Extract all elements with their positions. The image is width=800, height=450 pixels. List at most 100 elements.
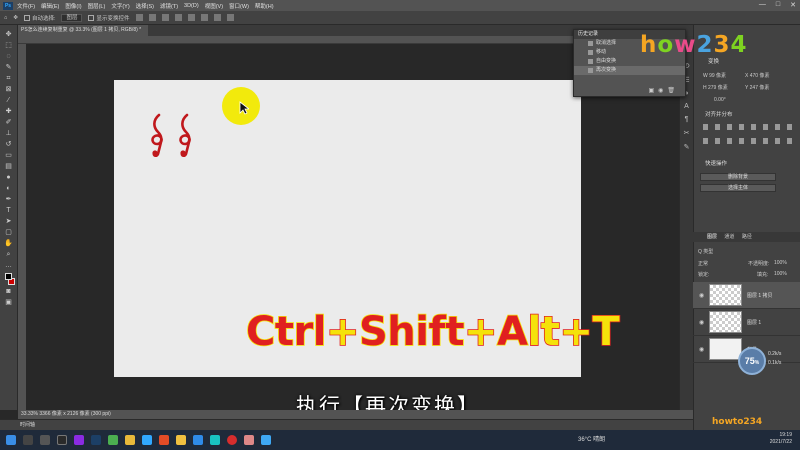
history-brush-tool-icon[interactable]: ↺ [4, 141, 13, 149]
align-buttons[interactable] [703, 124, 793, 130]
distribute-buttons[interactable] [703, 138, 793, 144]
maximize-icon[interactable]: □ [776, 1, 780, 9]
menu-image[interactable]: 图像(I) [65, 2, 81, 10]
app-red-icon[interactable] [159, 435, 169, 445]
menu-file[interactable]: 文件(F) [17, 2, 35, 10]
task-view-icon[interactable] [40, 435, 50, 445]
zoom-tool-icon[interactable]: ⌕ [4, 251, 13, 259]
stamp-tool-icon[interactable]: ⊥ [4, 130, 13, 138]
align-right-icon[interactable] [161, 14, 169, 21]
align-top-icon[interactable] [174, 14, 182, 21]
minimize-icon[interactable]: — [759, 1, 766, 9]
show-transform-checkbox[interactable] [88, 15, 95, 22]
app-icon[interactable] [57, 435, 67, 445]
treble-clef-icon[interactable] [148, 113, 168, 157]
angle-field[interactable]: 0.00° [714, 97, 726, 103]
menu-3d[interactable]: 3D(D) [184, 3, 199, 9]
paragraph-panel-icon[interactable]: ¶ [685, 116, 689, 123]
clock[interactable]: 19:19 2021/7/22 [770, 432, 792, 446]
home-icon[interactable]: ⌂ [4, 15, 7, 21]
x-field[interactable]: X 470 像素 [745, 72, 769, 79]
menu-layer[interactable]: 图层(L) [88, 2, 106, 10]
timeline-tab[interactable]: 时间轴 [0, 419, 800, 430]
chrome-icon[interactable] [125, 435, 135, 445]
auto-select-dropdown[interactable]: 图层 [61, 13, 83, 22]
user-avatar-icon[interactable] [244, 435, 254, 445]
shape-tool-icon[interactable]: ▢ [4, 229, 13, 237]
healing-tool-icon[interactable]: ✚ [4, 108, 13, 116]
character-panel-icon[interactable]: A [684, 103, 689, 110]
audition-icon[interactable] [91, 435, 101, 445]
brush-panel-icon[interactable]: ✎ [684, 143, 690, 151]
marquee-tool-icon[interactable]: ⬚ [4, 42, 13, 50]
layer-row[interactable]: ◉ 图层 1 [693, 309, 800, 336]
record-icon[interactable] [227, 435, 237, 445]
eyedropper-tool-icon[interactable]: ⁄ [4, 97, 13, 105]
document-tab[interactable]: PS怎么连续复制重复 @ 33.3% (图层 1 拷贝, RGB/8) * [18, 25, 148, 36]
visibility-eye-icon[interactable]: ◉ [699, 346, 704, 353]
tab-paths[interactable]: 路径 [742, 234, 752, 240]
eraser-tool-icon[interactable]: ▭ [4, 152, 13, 160]
layer-kind-filter[interactable]: Q 类型 [698, 248, 713, 255]
menu-type[interactable]: 文字(Y) [111, 2, 129, 10]
blur-tool-icon[interactable]: ● [4, 174, 13, 182]
menu-select[interactable]: 选择(S) [136, 2, 154, 10]
gradient-tool-icon[interactable]: ▤ [4, 163, 13, 171]
photoshop-icon[interactable] [142, 435, 152, 445]
quick-select-tool-icon[interactable]: ✎ [4, 64, 13, 72]
crop-tool-icon[interactable]: ⌗ [4, 75, 13, 83]
auto-select-checkbox[interactable] [23, 15, 30, 22]
close-icon[interactable]: ✕ [790, 1, 796, 9]
align-center-icon[interactable] [148, 14, 156, 21]
3d-mode-icon[interactable] [226, 14, 234, 21]
app-cloud-icon[interactable] [261, 435, 271, 445]
pen-tool-icon[interactable]: ✒ [4, 196, 13, 204]
menu-edit[interactable]: 编辑(E) [41, 2, 59, 10]
weather-widget[interactable]: 36°C 晴朗 [578, 434, 605, 443]
height-field[interactable]: H 279 像素 [703, 84, 728, 91]
y-field[interactable]: Y 247 像素 [745, 84, 769, 91]
dodge-tool-icon[interactable]: ◐ [4, 185, 13, 193]
menu-view[interactable]: 视图(V) [205, 2, 223, 10]
brush-tool-icon[interactable]: ✐ [4, 119, 13, 127]
lasso-tool-icon[interactable]: ◌ [4, 53, 13, 61]
move-tool-icon[interactable]: ✥ [13, 15, 18, 21]
select-subject-button[interactable]: 选择主体 [700, 184, 776, 192]
app-teal-icon[interactable] [210, 435, 220, 445]
search-icon[interactable] [23, 435, 33, 445]
visibility-eye-icon[interactable]: ◉ [699, 319, 704, 326]
start-icon[interactable] [6, 435, 16, 445]
layer-row[interactable]: ◉ 图层 1 拷贝 [693, 282, 800, 309]
hand-tool-icon[interactable]: ✋ [4, 240, 13, 248]
premiere-icon[interactable] [74, 435, 84, 445]
menu-window[interactable]: 窗口(W) [229, 2, 249, 10]
more-tools-icon[interactable]: … [4, 262, 13, 270]
remove-background-button[interactable]: 删除背景 [700, 173, 776, 181]
foreground-color-swatch[interactable] [5, 273, 12, 280]
visibility-eye-icon[interactable]: ◉ [699, 292, 704, 299]
align-bottom-icon[interactable] [200, 14, 208, 21]
history-item[interactable]: 自由变换 [574, 57, 685, 66]
tab-layers[interactable]: 图层 [707, 234, 717, 240]
path-select-tool-icon[interactable]: ➤ [4, 218, 13, 226]
quick-mask-icon[interactable]: ◙ [4, 288, 13, 296]
menu-help[interactable]: 帮助(H) [255, 2, 274, 10]
distribute-icon[interactable] [213, 14, 221, 21]
history-item[interactable]: 再次变换 [574, 66, 685, 75]
tab-channels[interactable]: 通道 [724, 234, 734, 240]
frame-tool-icon[interactable]: ⊠ [4, 86, 13, 94]
blend-mode-select[interactable]: 正常 [698, 260, 708, 267]
align-middle-icon[interactable] [187, 14, 195, 21]
width-field[interactable]: W 99 像素 [703, 72, 726, 79]
move-tool-icon[interactable]: ✥ [4, 31, 13, 39]
history-footer-icons[interactable]: ▣◉🗑 [648, 87, 679, 94]
wechat-icon[interactable] [108, 435, 118, 445]
treble-clef-copy-icon[interactable] [176, 113, 196, 157]
fill-value[interactable]: 100% [774, 271, 787, 277]
app-blue-icon[interactable] [193, 435, 203, 445]
align-left-icon[interactable] [135, 14, 143, 21]
menu-filter[interactable]: 滤镜(T) [160, 2, 178, 10]
screen-mode-icon[interactable]: ▣ [4, 299, 13, 307]
type-tool-icon[interactable]: T [4, 207, 13, 215]
opacity-value[interactable]: 100% [774, 260, 787, 266]
